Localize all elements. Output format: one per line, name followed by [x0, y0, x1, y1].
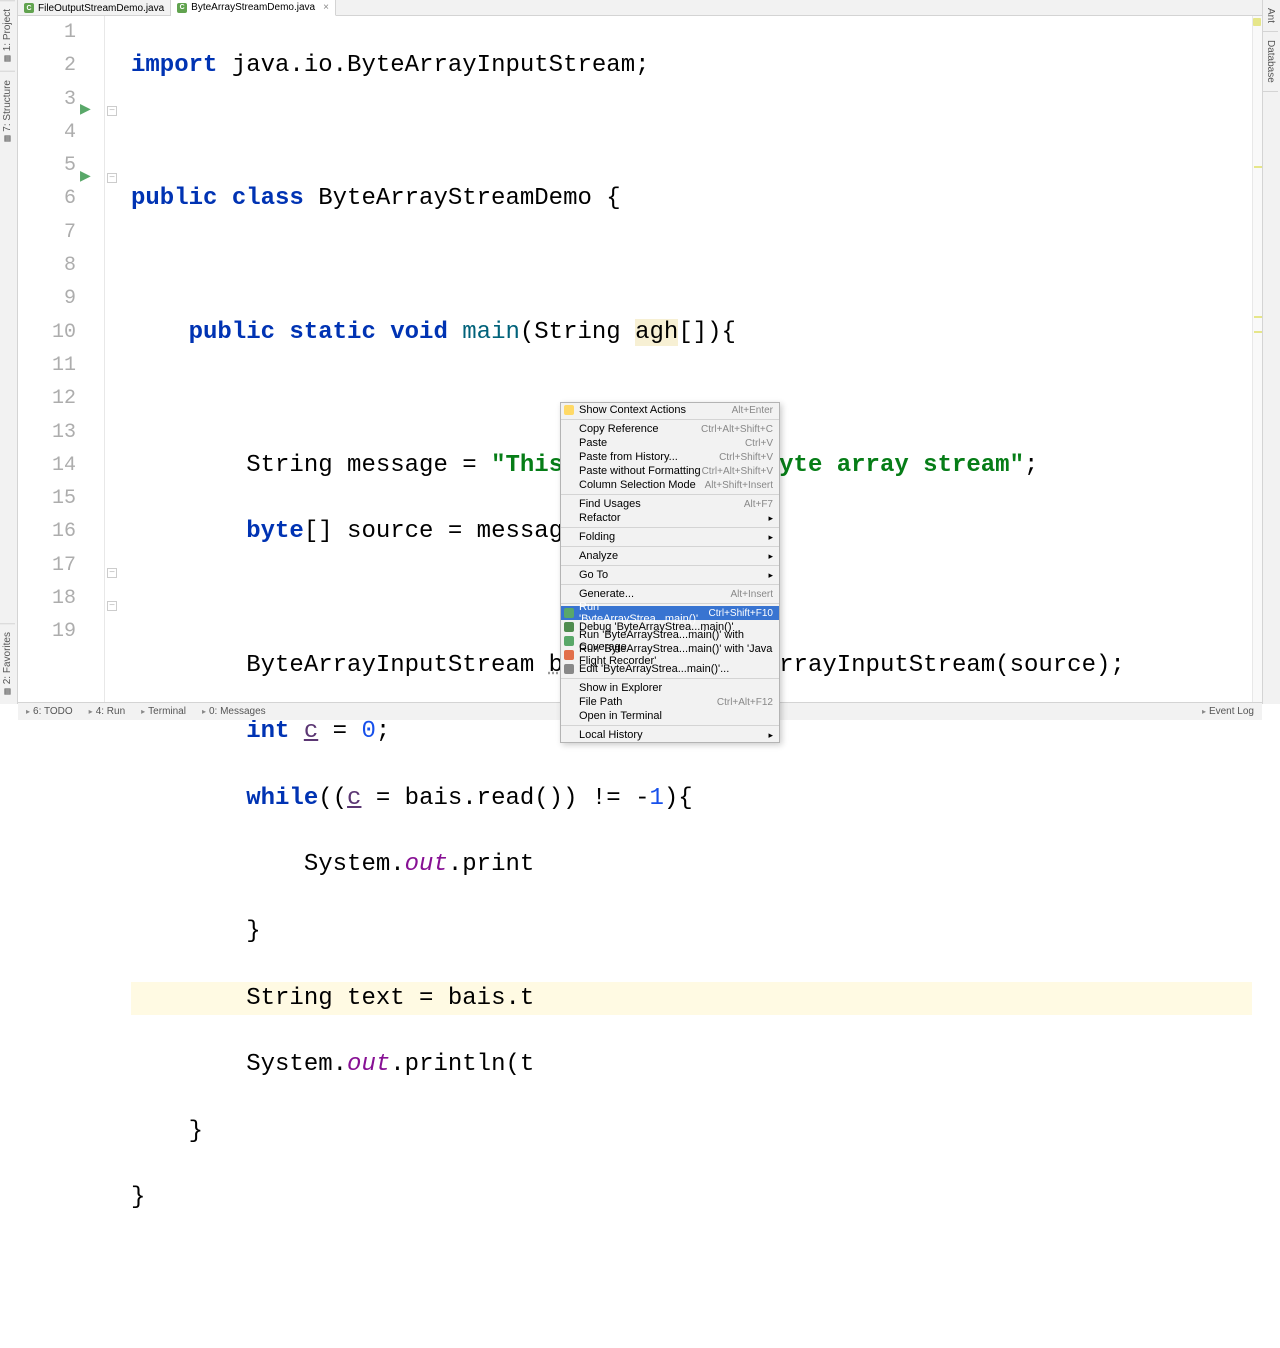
- menu-shortcut: Ctrl+Alt+Shift+V: [702, 466, 773, 477]
- close-icon[interactable]: ×: [323, 2, 329, 13]
- menu-item-label: Folding: [579, 531, 615, 543]
- menu-shortcut: Alt+Shift+Insert: [705, 480, 773, 491]
- submenu-arrow-icon: ▸: [768, 551, 773, 562]
- menu-item-label: Paste from History...: [579, 451, 678, 463]
- menu-item-label: Paste: [579, 437, 607, 449]
- submenu-arrow-icon: ▸: [768, 513, 773, 524]
- menu-shortcut: Alt+Insert: [730, 589, 773, 600]
- menu-item-show-context-actions[interactable]: Show Context Actions Alt+Enter: [561, 403, 779, 417]
- menu-item-label: Open in Terminal: [579, 710, 662, 722]
- fold-icon[interactable]: −: [107, 568, 117, 578]
- context-menu: Show Context Actions Alt+Enter Copy Refere…: [560, 402, 780, 743]
- tab-label: ByteArrayStreamDemo.java: [191, 2, 315, 13]
- run-gutter-icon[interactable]: ▶: [80, 100, 91, 117]
- menu-item-label: Copy Reference: [579, 423, 659, 435]
- menu-item-label: File Path: [579, 696, 622, 708]
- menu-item-go-to[interactable]: Go To ▸: [561, 568, 779, 582]
- menu-item-label: Go To: [579, 569, 608, 581]
- right-tool-sidebar: Ant Database: [1262, 0, 1280, 704]
- path-icon: [564, 697, 574, 707]
- fold-gutter: − − − −: [105, 16, 121, 704]
- tool-terminal[interactable]: Terminal: [133, 706, 194, 717]
- java-file-icon: C: [177, 3, 187, 13]
- menu-item-edit-bytearraystrea-main[interactable]: Edit 'ByteArrayStrea...main()'...: [561, 662, 779, 676]
- menu-item-label: Find Usages: [579, 498, 641, 510]
- tool-todo[interactable]: 6: TODO: [18, 706, 81, 717]
- tool-ant[interactable]: Ant: [1263, 0, 1278, 32]
- menu-item-run-bytearraystrea-main[interactable]: Run 'ByteArrayStrea...main()'Ctrl+Shift+…: [561, 606, 779, 620]
- menu-shortcut: Alt+F7: [744, 499, 773, 510]
- menu-item-label: Local History: [579, 729, 643, 741]
- tool-database[interactable]: Database: [1263, 32, 1278, 92]
- fold-icon[interactable]: −: [107, 106, 117, 116]
- run-icon: [564, 608, 574, 618]
- menu-item-folding[interactable]: Folding ▸: [561, 530, 779, 544]
- tab-fileoutputstreamdemo[interactable]: C FileOutputStreamDemo.java: [18, 0, 171, 16]
- cov-icon: [564, 636, 574, 646]
- menu-item-label: Column Selection Mode: [579, 479, 696, 491]
- run-gutter-icon[interactable]: ▶: [80, 167, 91, 184]
- bulb-icon: [564, 405, 574, 415]
- menu-shortcut: Alt+Enter: [732, 405, 773, 416]
- menu-item-label: Paste without Formatting: [579, 465, 701, 477]
- menu-item-file-path[interactable]: File Path Ctrl+Alt+F12: [561, 695, 779, 709]
- menu-item-open-in-terminal[interactable]: Open in Terminal: [561, 709, 779, 723]
- menu-item-local-history[interactable]: Local History ▸: [561, 728, 779, 742]
- analysis-status-icon[interactable]: [1253, 18, 1261, 26]
- line-number-gutter[interactable]: 1 2 3 4 5 6 7 8 9 10 11 12 13 14 15 16 1…: [18, 16, 105, 704]
- menu-item-paste-without-formatting[interactable]: Paste without FormattingCtrl+Alt+Shift+V: [561, 464, 779, 478]
- menu-item-label: Show in Explorer: [579, 682, 662, 694]
- editor-scrollbar[interactable]: [1252, 16, 1262, 704]
- tool-structure[interactable]: 7: Structure: [0, 71, 15, 152]
- menu-item-copy-reference[interactable]: Copy Reference Ctrl+Alt+Shift+C: [561, 422, 779, 436]
- menu-item-label: Refactor: [579, 512, 621, 524]
- menu-item-generate[interactable]: Generate... Alt+Insert: [561, 587, 779, 601]
- tool-project[interactable]: 1: Project: [0, 0, 15, 71]
- fold-icon[interactable]: −: [107, 601, 117, 611]
- tool-favorites[interactable]: 2: Favorites: [0, 623, 15, 704]
- menu-shortcut: Ctrl+Shift+V: [719, 452, 773, 463]
- menu-item-show-in-explorer[interactable]: Show in Explorer: [561, 681, 779, 695]
- tool-run[interactable]: 4: Run: [81, 706, 133, 717]
- menu-shortcut: Ctrl+V: [745, 438, 773, 449]
- menu-item-analyze[interactable]: Analyze ▸: [561, 549, 779, 563]
- menu-shortcut: Ctrl+Alt+Shift+C: [701, 424, 773, 435]
- debug-icon: [564, 622, 574, 632]
- left-tool-sidebar: 1: Project 7: Structure 2: Favorites: [0, 0, 18, 704]
- menu-item-paste[interactable]: Paste Ctrl+V: [561, 436, 779, 450]
- fold-icon[interactable]: −: [107, 173, 117, 183]
- menu-item-label: Edit 'ByteArrayStrea...main()'...: [579, 663, 729, 675]
- menu-shortcut: Ctrl+Alt+F12: [717, 697, 773, 708]
- submenu-arrow-icon: ▸: [768, 532, 773, 543]
- tab-label: FileOutputStreamDemo.java: [38, 3, 164, 14]
- tab-bytearraystreamdemo[interactable]: C ByteArrayStreamDemo.java ×: [171, 0, 336, 16]
- menu-item-paste-from-history[interactable]: Paste from History... Ctrl+Shift+V: [561, 450, 779, 464]
- paste-icon: [564, 438, 574, 448]
- submenu-arrow-icon: ▸: [768, 570, 773, 581]
- jfr-icon: [564, 650, 574, 660]
- menu-item-refactor[interactable]: Refactor ▸: [561, 511, 779, 525]
- menu-item-label: Show Context Actions: [579, 404, 686, 416]
- tool-eventlog[interactable]: Event Log: [1194, 706, 1262, 717]
- tool-messages[interactable]: 0: Messages: [194, 706, 274, 717]
- java-file-icon: C: [24, 3, 34, 13]
- menu-item-find-usages[interactable]: Find Usages Alt+F7: [561, 497, 779, 511]
- editor-tabs: C FileOutputStreamDemo.java C ByteArrayS…: [18, 0, 1262, 16]
- menu-item-label: Analyze: [579, 550, 618, 562]
- menu-item-label: Generate...: [579, 588, 634, 600]
- menu-shortcut: Ctrl+Shift+F10: [709, 608, 773, 619]
- menu-item-column-selection-mode[interactable]: Column Selection Mode Alt+Shift+Insert: [561, 478, 779, 492]
- edit-icon: [564, 664, 574, 674]
- submenu-arrow-icon: ▸: [768, 730, 773, 741]
- menu-item-run-bytearraystrea-main-with-java-flight-recorder[interactable]: Run 'ByteArrayStrea...main()' with 'Java…: [561, 648, 779, 662]
